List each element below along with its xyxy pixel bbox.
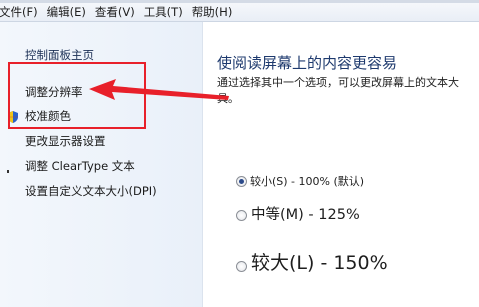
annotation-arrow: [89, 79, 229, 100]
